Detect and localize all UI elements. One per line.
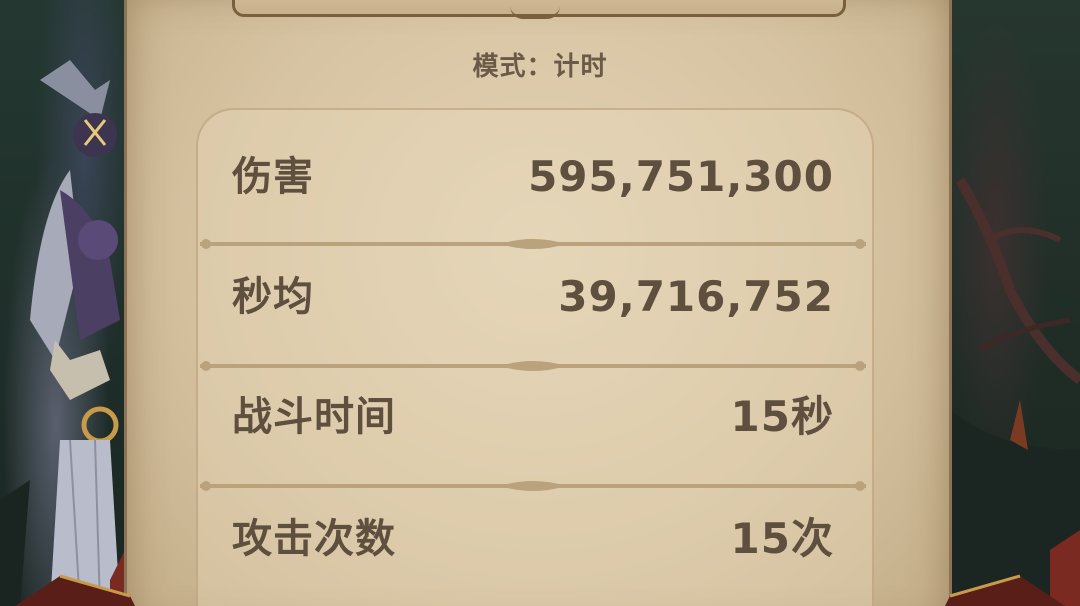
mode-separator: ： (526, 52, 554, 82)
stat-value: 15次 (730, 514, 834, 563)
frame-ornament-left (15, 574, 135, 606)
mode-indicator: 模式：计时 (0, 46, 1080, 83)
tree-branch-illustration (950, 177, 1080, 606)
stat-label: 攻击次数 (232, 516, 396, 562)
mode-value: 计时 (553, 52, 608, 82)
stat-row-attack-count: 攻击次数 15次 (200, 500, 866, 606)
stat-value: 595,751,300 (528, 152, 834, 201)
frame-ornament-right (945, 574, 1065, 606)
stat-label: 秒均 (232, 274, 314, 320)
hero-character-illustration (0, 60, 130, 606)
mode-label: 模式 (472, 52, 527, 82)
stat-value: 15秒 (730, 392, 834, 441)
stat-value: 39,716,752 (558, 272, 834, 321)
stat-label: 伤害 (232, 154, 314, 200)
battle-result-screen: 模式：计时 伤害 595,751,300 秒均 39,716,752 战斗时间 … (0, 0, 1080, 606)
panel-header-notch (510, 6, 560, 19)
stat-label: 战斗时间 (232, 394, 396, 440)
